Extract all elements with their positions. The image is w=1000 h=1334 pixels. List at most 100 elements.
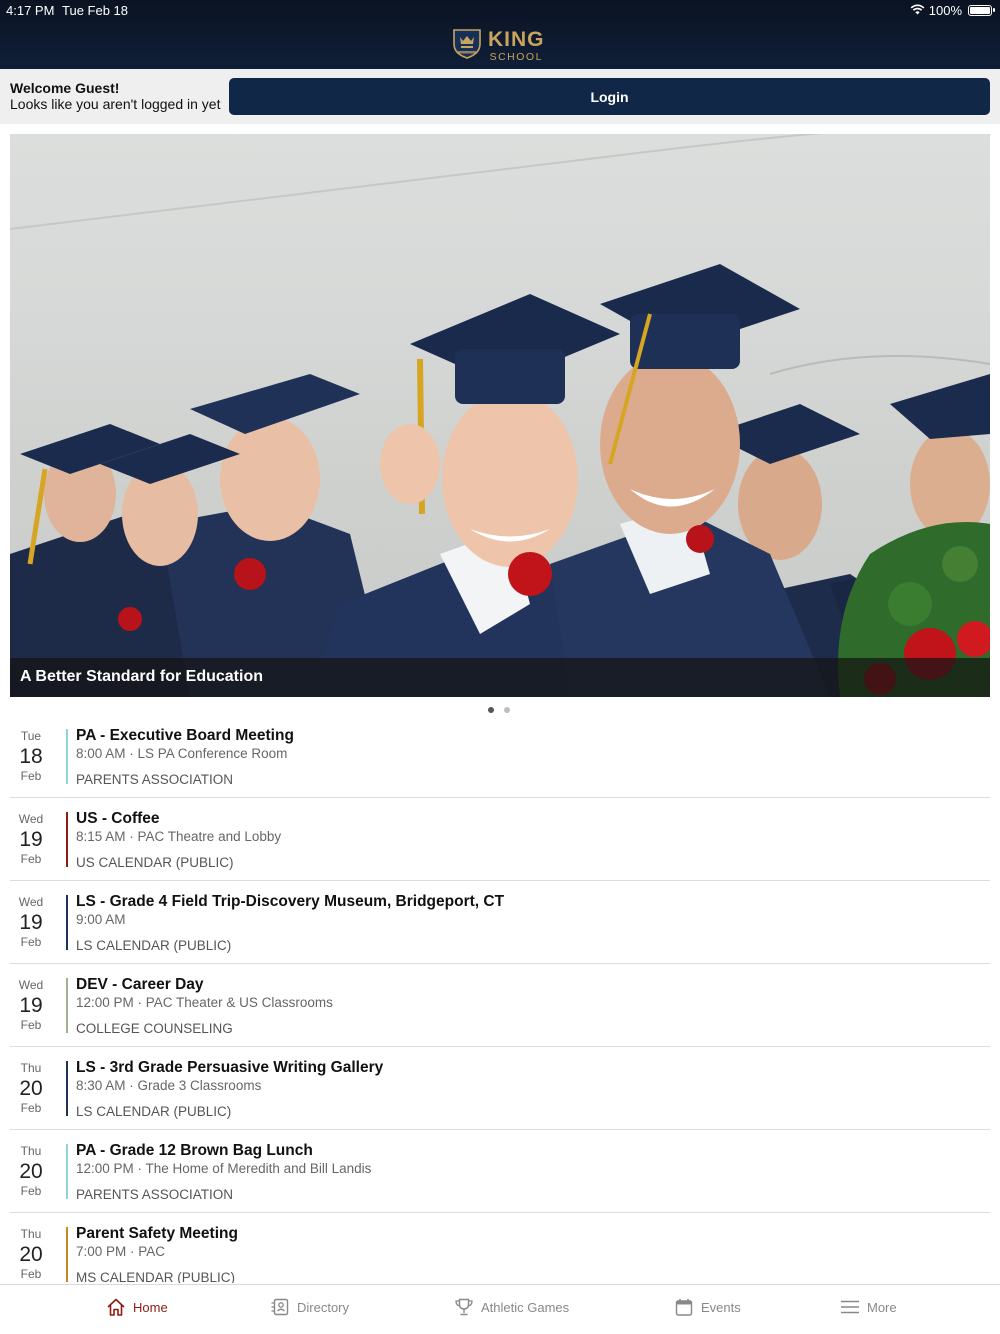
carousel-dot-1[interactable] — [488, 707, 494, 713]
event-calendar: COLLEGE COUNSELING — [76, 1021, 233, 1036]
event-day: 20 — [19, 1243, 43, 1266]
tab-events[interactable]: Events — [674, 1297, 741, 1317]
tab-home[interactable]: Home — [106, 1297, 168, 1317]
battery-icon — [968, 5, 995, 16]
event-date: Tue 18 Feb — [10, 729, 52, 783]
event-month: Feb — [20, 1184, 42, 1198]
tab-directory[interactable]: Directory — [270, 1297, 349, 1317]
tab-athletic-games[interactable]: Athletic Games — [454, 1297, 569, 1317]
event-day: 19 — [19, 911, 43, 934]
event-date: Thu 20 Feb — [10, 1144, 52, 1198]
welcome-text: Welcome Guest! — [10, 80, 120, 96]
tab-athletic-games-label: Athletic Games — [481, 1299, 570, 1315]
tab-more-label: More — [867, 1299, 897, 1315]
event-weekday: Thu — [20, 1061, 42, 1075]
menu-icon — [840, 1297, 860, 1317]
event-month: Feb — [20, 1101, 42, 1115]
event-month: Feb — [20, 769, 42, 783]
hero-image — [10, 134, 990, 697]
event-item[interactable]: Wed 19 Feb DEV - Career Day 12:00 PM · P… — [10, 964, 990, 1047]
calendar-color-bar — [66, 1227, 68, 1282]
event-item[interactable]: Thu 20 Feb Parent Safety Meeting 7:00 PM… — [10, 1213, 990, 1283]
event-title: DEV - Career Day — [76, 976, 204, 993]
event-item[interactable]: Thu 20 Feb PA - Grade 12 Brown Bag Lunch… — [10, 1130, 990, 1213]
event-weekday: Wed — [18, 895, 44, 909]
event-date: Wed 19 Feb — [10, 812, 52, 866]
event-weekday: Tue — [20, 729, 42, 743]
trophy-icon — [454, 1297, 474, 1317]
hero-caption-bar: A Better Standard for Education — [10, 658, 990, 697]
event-day: 19 — [19, 828, 43, 851]
event-calendar: MS CALENDAR (PUBLIC) — [76, 1270, 236, 1283]
logo-subtitle: SCHOOL — [489, 50, 543, 63]
crest-icon — [452, 27, 482, 64]
hero-caption: A Better Standard for Education — [20, 668, 263, 685]
event-title: PA - Grade 12 Brown Bag Lunch — [76, 1142, 313, 1159]
event-weekday: Wed — [18, 978, 44, 992]
not-logged-in-text: Looks like you aren't logged in yet — [10, 96, 221, 112]
calendar-color-bar — [66, 895, 68, 950]
event-day: 19 — [19, 994, 43, 1017]
event-date: Thu 20 Feb — [10, 1227, 52, 1281]
event-month: Feb — [20, 1267, 42, 1281]
battery-level — [970, 7, 990, 14]
event-month: Feb — [20, 1018, 42, 1032]
event-item[interactable]: Wed 19 Feb US - Coffee 8:15 AM · PAC The… — [10, 798, 990, 881]
status-indicators: 100% — [910, 3, 995, 18]
tab-bar: Home Directory Athletic Games Events Mor… — [0, 1284, 1000, 1334]
event-date: Wed 19 Feb — [10, 895, 52, 949]
guest-bar: Welcome Guest! Looks like you aren't log… — [0, 69, 1000, 124]
event-title: PA - Executive Board Meeting — [76, 727, 294, 744]
event-day: 20 — [19, 1077, 43, 1100]
carousel-pager[interactable] — [488, 707, 510, 713]
event-weekday: Wed — [18, 812, 44, 826]
events-list: Tue 18 Feb PA - Executive Board Meeting … — [10, 715, 990, 1283]
tab-directory-label: Directory — [297, 1299, 350, 1315]
status-date: Tue Feb 18 — [62, 3, 129, 18]
event-weekday: Thu — [20, 1227, 42, 1241]
calendar-icon — [674, 1297, 694, 1317]
event-day: 18 — [19, 745, 43, 768]
event-calendar: US CALENDAR (PUBLIC) — [76, 855, 234, 870]
tab-events-label: Events — [701, 1299, 741, 1315]
event-calendar: LS CALENDAR (PUBLIC) — [76, 938, 232, 953]
event-details: 12:00 PM · PAC Theater & US Classrooms — [76, 995, 333, 1010]
event-details: 9:00 AM — [76, 912, 126, 927]
event-calendar: PARENTS ASSOCIATION — [76, 1187, 234, 1202]
battery-percent: 100% — [928, 3, 962, 18]
school-logo: KING SCHOOL — [452, 27, 545, 64]
app-header: 4:17 PM Tue Feb 18 100% KING SCHOOL — [0, 0, 1000, 69]
event-calendar: PARENTS ASSOCIATION — [76, 772, 234, 787]
calendar-color-bar — [66, 1144, 68, 1199]
event-details: 8:15 AM · PAC Theatre and Lobby — [76, 829, 282, 844]
event-details: 8:30 AM · Grade 3 Classrooms — [76, 1078, 262, 1093]
event-weekday: Thu — [20, 1144, 42, 1158]
hero-carousel[interactable]: A Better Standard for Education — [10, 134, 990, 697]
calendar-color-bar — [66, 1061, 68, 1116]
event-title: LS - 3rd Grade Persuasive Writing Galler… — [76, 1059, 384, 1076]
event-item[interactable]: Wed 19 Feb LS - Grade 4 Field Trip-Disco… — [10, 881, 990, 964]
event-title: US - Coffee — [76, 810, 160, 827]
calendar-color-bar — [66, 978, 68, 1033]
event-details: 8:00 AM · LS PA Conference Room — [76, 746, 288, 761]
event-title: LS - Grade 4 Field Trip-Discovery Museum… — [76, 893, 505, 910]
status-time: 4:17 PM — [6, 3, 55, 18]
event-day: 20 — [19, 1160, 43, 1183]
event-month: Feb — [20, 935, 42, 949]
event-month: Feb — [20, 852, 42, 866]
event-item[interactable]: Thu 20 Feb LS - 3rd Grade Persuasive Wri… — [10, 1047, 990, 1130]
event-title: Parent Safety Meeting — [76, 1225, 238, 1242]
login-button[interactable]: Login — [229, 78, 990, 115]
event-details: 12:00 PM · The Home of Meredith and Bill… — [76, 1161, 372, 1176]
carousel-dot-2[interactable] — [504, 707, 510, 713]
event-date: Thu 20 Feb — [10, 1061, 52, 1115]
calendar-color-bar — [66, 812, 68, 867]
home-icon — [106, 1297, 126, 1317]
event-calendar: LS CALENDAR (PUBLIC) — [76, 1104, 232, 1119]
event-details: 7:00 PM · PAC — [76, 1244, 166, 1259]
wifi-icon — [910, 3, 925, 18]
tab-more[interactable]: More — [840, 1297, 897, 1317]
tab-home-label: Home — [133, 1299, 168, 1315]
calendar-color-bar — [66, 729, 68, 784]
event-item[interactable]: Tue 18 Feb PA - Executive Board Meeting … — [10, 715, 990, 798]
